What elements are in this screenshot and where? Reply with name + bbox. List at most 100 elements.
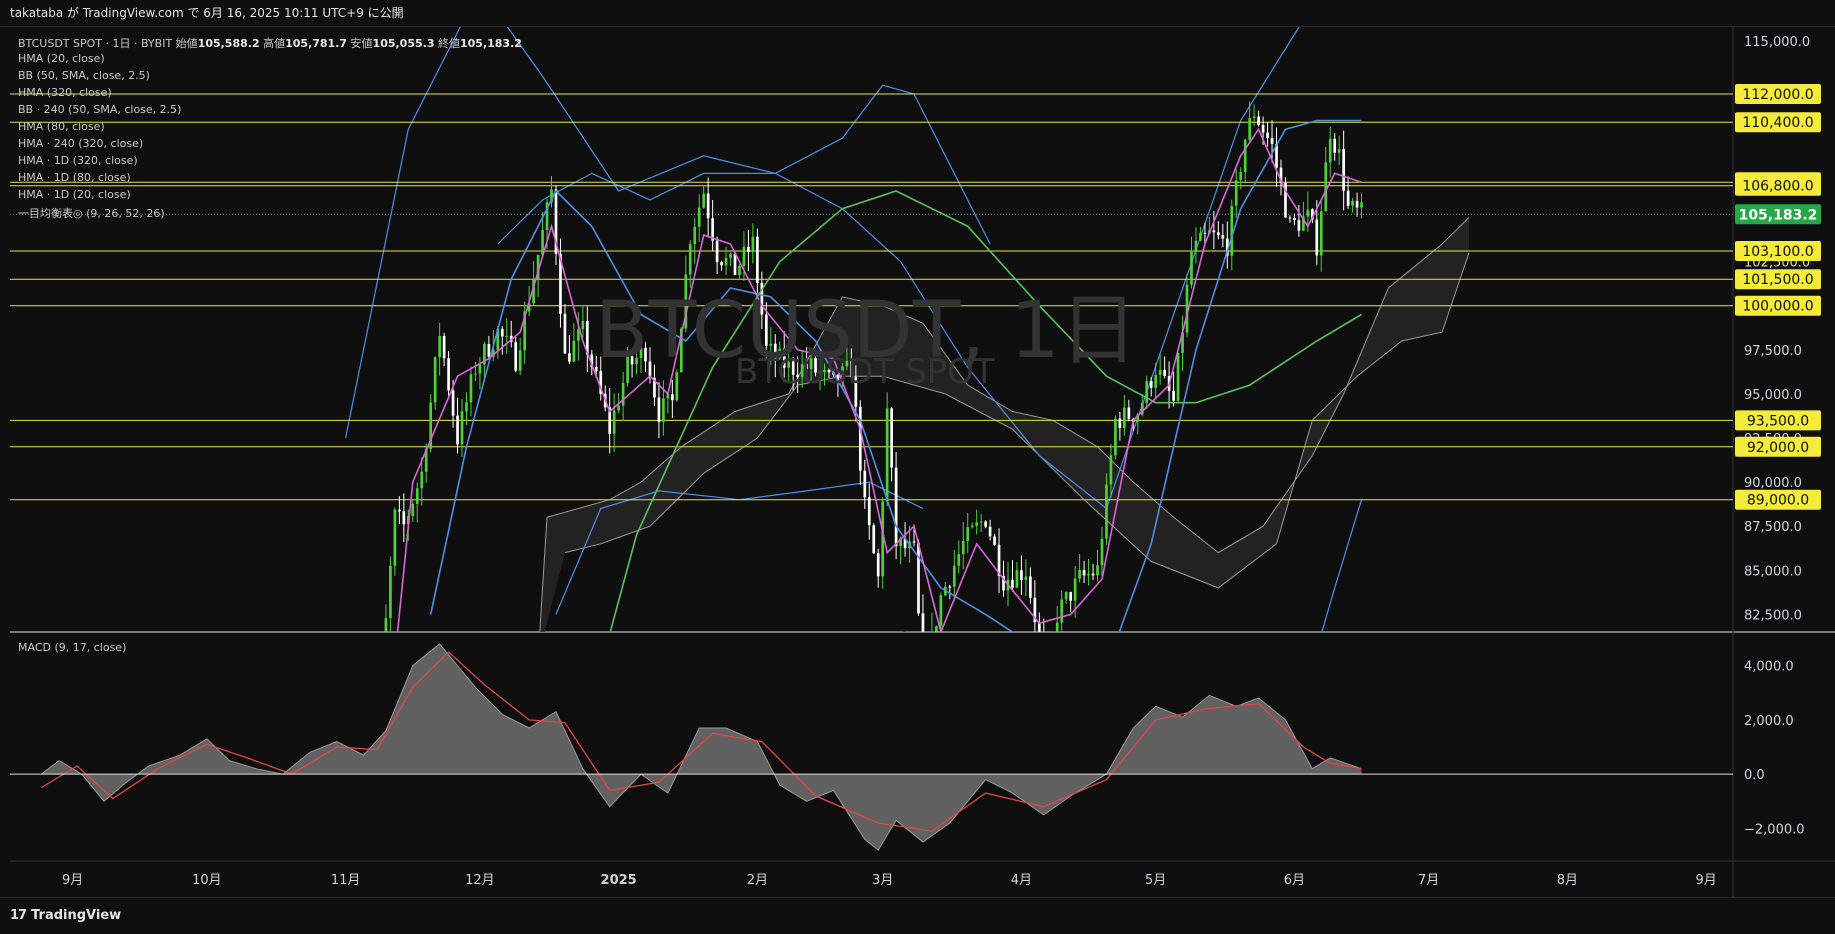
candle-body <box>706 193 710 219</box>
chart-background <box>0 27 1835 897</box>
candle-body <box>518 350 522 371</box>
candle-body <box>867 497 871 526</box>
candle-body <box>568 353 571 362</box>
candle-body <box>478 364 482 374</box>
candle-body <box>984 521 987 527</box>
time-tick-label: 7月 <box>1418 873 1439 888</box>
indicator-ichimoku[interactable]: 一目均衡表◎ (9, 26, 52, 26) <box>18 205 165 221</box>
candle-body <box>729 253 732 258</box>
tradingview-brand[interactable]: 17 TradingView <box>10 908 121 923</box>
indicator-bb50[interactable]: BB (50, SMA, close, 2.5) <box>18 69 150 82</box>
candle-body <box>469 374 473 403</box>
candle-body <box>697 207 701 227</box>
candle-body <box>1163 369 1166 377</box>
candle-body <box>1346 190 1350 206</box>
candle-body <box>1324 162 1328 212</box>
candle-body <box>1221 235 1225 239</box>
indicator-hma80[interactable]: HMA (80, close) <box>18 120 105 133</box>
candle-body <box>1257 116 1260 125</box>
candle-body <box>1100 538 1104 566</box>
indicator-hma1d-20[interactable]: HMA · 1D (20, close) <box>18 188 131 201</box>
candle-body <box>671 394 674 401</box>
candle-body <box>970 525 974 528</box>
candle-body <box>411 503 415 517</box>
candle-body <box>1109 455 1113 485</box>
time-tick-label: 3月 <box>872 873 893 888</box>
candle-body <box>1087 573 1090 576</box>
candle-body <box>1105 484 1108 539</box>
open-label: 始値 <box>175 37 198 50</box>
candle-body <box>1248 117 1252 140</box>
candle-body <box>460 411 464 445</box>
price-tick-label: 90,000.0 <box>1744 476 1802 491</box>
candle-body <box>858 406 862 471</box>
candle-body <box>1319 211 1323 256</box>
candle-body <box>1293 217 1296 221</box>
price-tick-label: 115,000.0 <box>1744 35 1810 50</box>
candle-body <box>975 522 979 526</box>
candle-body <box>563 313 567 354</box>
high-label: 高値 <box>263 37 286 50</box>
candle-body <box>912 541 916 543</box>
candle-body <box>935 626 938 632</box>
candle-body <box>1123 407 1126 428</box>
indicator-bb240[interactable]: BB · 240 (50, SMA, close, 2.5) <box>18 103 181 116</box>
candle-body <box>612 410 616 434</box>
time-tick-label: 9月 <box>62 873 83 888</box>
candle-body <box>751 236 755 253</box>
level-label: 93,500.0 <box>1747 413 1809 429</box>
candle-body <box>993 536 996 545</box>
candle-body <box>456 415 459 445</box>
low-label: 安値 <box>350 37 373 50</box>
candle-body <box>1360 202 1363 208</box>
candle-body <box>1315 219 1319 256</box>
macd-tick-label: 4,000.0 <box>1744 660 1794 675</box>
candle-body <box>474 373 477 375</box>
candle-body <box>1158 369 1162 375</box>
candle-body <box>715 240 719 263</box>
candle-body <box>863 470 867 498</box>
macd-title[interactable]: MACD (9, 17, close) <box>18 641 126 654</box>
indicator-hma320[interactable]: HMA (320, close) <box>18 86 112 99</box>
candle-body <box>1212 230 1216 233</box>
indicator-hma240-320[interactable]: HMA · 240 (320, close) <box>18 137 143 150</box>
candle-body <box>389 565 392 619</box>
level-label: 101,500.0 <box>1742 272 1813 288</box>
candle-body <box>1060 599 1064 623</box>
candle-body <box>572 340 576 362</box>
level-label: 100,000.0 <box>1742 299 1813 315</box>
chart-canvas[interactable]: 82,500.085,000.087,500.090,000.092,500.0… <box>0 27 1835 897</box>
candle-body <box>447 358 450 391</box>
time-tick-label: 4月 <box>1011 873 1032 888</box>
level-label: 106,800.0 <box>1742 179 1813 195</box>
candle-body <box>465 402 468 412</box>
price-tick-label: 85,000.0 <box>1744 564 1802 579</box>
price-tick-label: 87,500.0 <box>1744 520 1802 535</box>
candle-body <box>1203 232 1207 234</box>
candle-body <box>1127 407 1131 419</box>
candle-body <box>1216 232 1220 236</box>
symbol-legend[interactable]: BTCUSDT SPOT · 1日 · BYBIT 始値105,588.2 高値… <box>18 35 522 51</box>
candle-body <box>890 408 893 468</box>
time-tick-label: 9月 <box>1696 873 1717 888</box>
candle-body <box>1199 232 1202 241</box>
candle-body <box>1154 374 1158 388</box>
symbol-name: BTCUSDT SPOT · 1日 · BYBIT <box>18 37 173 50</box>
published-header: takataba が TradingView.com で 6月 16, 2025… <box>0 0 1835 27</box>
candle-body <box>451 390 455 416</box>
indicator-hma1d-80[interactable]: HMA · 1D (80, close) <box>18 171 131 184</box>
candle-body <box>1069 592 1072 601</box>
candle-body <box>398 509 401 512</box>
candle-body <box>1194 240 1198 252</box>
candle-body <box>1297 220 1301 231</box>
tradingview-logo-icon: 17 <box>10 908 27 923</box>
time-tick-label: 8月 <box>1557 873 1578 888</box>
time-tick-label: 5月 <box>1145 873 1166 888</box>
candle-body <box>1270 138 1274 144</box>
indicator-hma20[interactable]: HMA (20, close) <box>18 52 105 65</box>
candle-body <box>1342 149 1345 191</box>
last-price-label: 105,183.2 <box>1739 207 1818 223</box>
candle-body <box>1172 390 1175 401</box>
candle-body <box>1145 381 1149 403</box>
indicator-hma1d-320[interactable]: HMA · 1D (320, close) <box>18 154 138 167</box>
